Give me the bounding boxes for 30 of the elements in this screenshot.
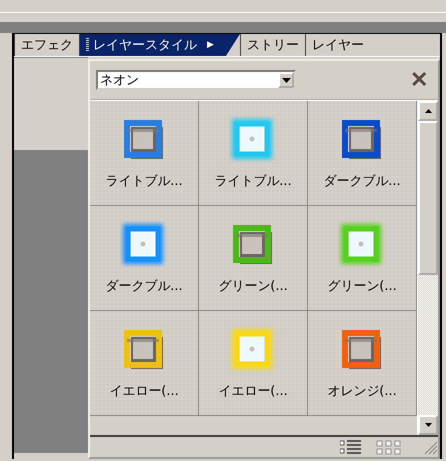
style-swatch[interactable]: イエロー(... [199, 311, 308, 416]
scroll-down-button[interactable] [418, 415, 438, 435]
style-swatch[interactable]: ライトブル... [199, 101, 308, 206]
style-name: ライトブル... [214, 173, 292, 190]
style-name: ライトブル... [105, 173, 183, 190]
style-name: ダークブル... [105, 278, 183, 295]
resize-grip-icon[interactable] [422, 439, 438, 455]
style-name: グリーン(... [327, 278, 397, 295]
style-name: イエロー(... [218, 383, 288, 400]
panel-tab[interactable]: レイヤー [304, 34, 370, 56]
style-swatch[interactable]: イエロー(... [90, 311, 199, 416]
style-swatch[interactable]: ダークブル... [90, 206, 199, 311]
panel-tab[interactable]: ストリー [240, 34, 305, 56]
style-swatch[interactable]: グリーン(... [308, 206, 417, 311]
style-name: ダークブル... [323, 173, 401, 190]
style-swatch[interactable]: ライトブル... [90, 101, 199, 206]
scrollbar-thumb[interactable] [418, 121, 438, 275]
scroll-up-button[interactable] [418, 101, 438, 121]
style-swatch[interactable]: グリーン(... [199, 206, 308, 311]
list-view-icon[interactable] [340, 439, 362, 455]
down-arrow-icon [424, 423, 432, 427]
close-button[interactable]: ✕ [408, 67, 430, 93]
up-arrow-icon [424, 109, 432, 113]
style-swatch[interactable]: ダークブル... [308, 101, 417, 206]
category-dropdown[interactable]: ネオン [96, 70, 296, 90]
style-name: グリーン(... [218, 278, 288, 295]
panel-tab[interactable]: レイヤースタイル ▶ [79, 34, 240, 56]
style-swatch[interactable]: オレンジ(... [308, 311, 417, 416]
style-name: イエロー(... [109, 383, 179, 400]
style-name: オレンジ(... [327, 383, 397, 400]
